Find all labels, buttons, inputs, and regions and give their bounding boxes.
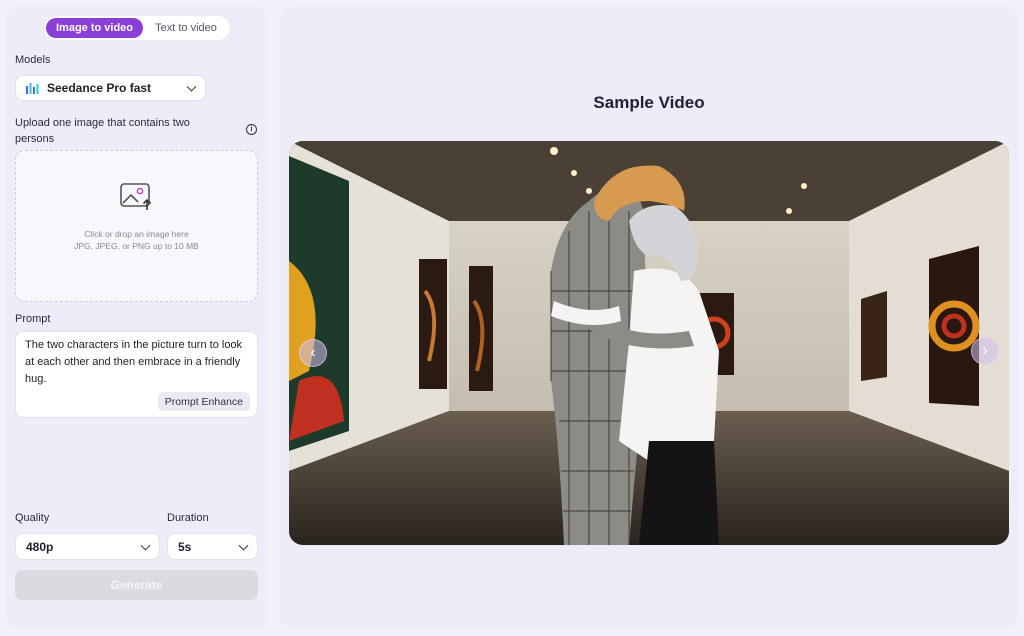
sample-video-frame <box>289 141 1009 545</box>
chevron-down-icon <box>140 540 151 551</box>
upload-formats: JPG, JPEG, or PNG up to 10 MB <box>74 241 199 251</box>
mode-toggle: Image to video Text to video <box>44 16 230 40</box>
models-label: Models <box>15 54 51 66</box>
upload-instructions: Click or drop an image here <box>84 229 189 239</box>
chevron-right-icon: › <box>982 342 988 359</box>
tab-text-to-video[interactable]: Text to video <box>143 18 229 38</box>
tab-image-to-video[interactable]: Image to video <box>46 18 143 38</box>
chevron-down-icon <box>238 540 249 551</box>
bar-chart-icon <box>26 83 39 94</box>
sample-video-title: Sample Video <box>593 93 705 112</box>
chevron-left-icon: ‹ <box>310 344 316 361</box>
duration-label: Duration <box>167 512 209 524</box>
prev-slide-button[interactable]: ‹ <box>299 339 327 367</box>
quality-select-value: 480p <box>26 539 54 554</box>
sample-video[interactable]: ‹ › <box>289 141 1009 545</box>
next-slide-button[interactable]: › <box>971 337 999 365</box>
prompt-container: The two characters in the picture turn t… <box>15 331 258 418</box>
info-icon[interactable]: i <box>246 124 257 135</box>
quality-label: Quality <box>15 512 50 524</box>
upload-label: Upload one image that contains two perso… <box>15 117 190 145</box>
image-upload-dropzone[interactable]: Click or drop an image here JPG, JPEG, o… <box>15 150 258 302</box>
chevron-down-icon <box>186 81 197 92</box>
duration-select[interactable]: 5s <box>167 533 258 560</box>
preview-panel: Sample Video ‹ › <box>280 6 1018 630</box>
prompt-textarea[interactable]: The two characters in the picture turn t… <box>25 337 250 388</box>
image-upload-icon <box>120 183 152 210</box>
generate-button[interactable]: Generate <box>15 570 258 600</box>
model-select-value: Seedance Pro fast <box>47 81 152 95</box>
quality-select[interactable]: 480p <box>15 533 160 560</box>
prompt-label: Prompt <box>15 313 51 325</box>
duration-select-value: 5s <box>178 539 192 554</box>
model-select[interactable]: Seedance Pro fast <box>15 75 206 101</box>
prompt-enhance-button[interactable]: Prompt Enhance <box>157 392 250 411</box>
